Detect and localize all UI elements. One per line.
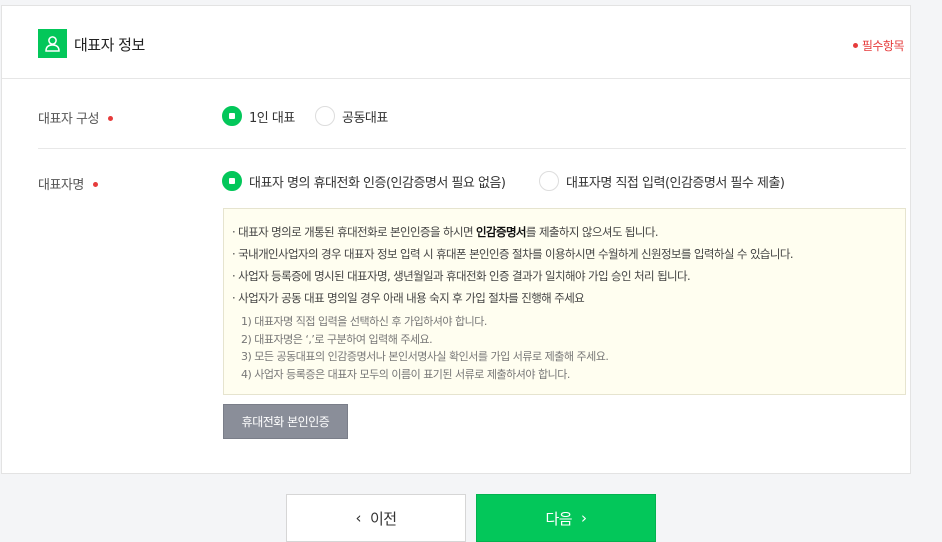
chevron-right-icon: ›: [581, 509, 587, 527]
representative-info-card: 대표자 정보 필수항목 대표자 구성 1인 대표 공동대표 대표자명 대표자 명…: [1, 5, 911, 474]
radio-phone-verification[interactable]: 대표자 명의 휴대전화 인증(인감증명서 필요 없음): [222, 171, 506, 191]
radio-circle-checked[interactable]: [222, 106, 242, 126]
section-header: 대표자 정보 필수항목: [2, 6, 910, 79]
radio-single-representative[interactable]: 1인 대표: [222, 106, 295, 126]
radio-label: 1인 대표: [249, 110, 295, 126]
radio-joint-representative[interactable]: 공동대표: [315, 106, 388, 126]
phone-verification-button[interactable]: 휴대전화 본인인증: [223, 404, 348, 439]
prev-label: 이전: [369, 509, 397, 528]
notice-line-2: · 국내개인사업자의 경우 대표자 정보 입력 시 휴대폰 본인인증 절차를 이…: [232, 247, 794, 261]
name-label-text: 대표자명: [38, 178, 84, 193]
notice-text: · 대표자 명의로 개통된 휴대전화로 본인인증을 하시면: [232, 225, 477, 239]
user-icon-svg: [45, 36, 60, 52]
radio-label: 대표자 명의 휴대전화 인증(인감증명서 필요 없음): [249, 175, 506, 191]
notice-subitem: 3) 모든 공동대표의 인감증명서나 본인서명사실 확인서를 가입 서류로 제출…: [241, 350, 609, 363]
notice-bold-text: 인감증명서: [476, 225, 527, 239]
user-icon: [38, 29, 67, 58]
required-dot: [852, 43, 858, 48]
prev-button[interactable]: ‹ 이전: [286, 494, 466, 542]
radio-label: 공동대표: [342, 110, 388, 126]
notice-subitem: 2) 대표자명은 ‘,’로 구분하여 입력해 주세요.: [241, 332, 433, 346]
notice-line-3: · 사업자 등록증에 명시된 대표자명, 생년월일과 휴대전화 인증 결과가 일…: [232, 269, 691, 283]
notice-subitem: 1) 대표자명 직접 입력을 선택하신 후 가입하셔야 합니다.: [241, 315, 487, 328]
radio-circle-checked[interactable]: [222, 171, 242, 191]
radio-label: 대표자명 직접 입력(인감증명서 필수 제출): [566, 175, 785, 191]
radio-circle[interactable]: [315, 106, 335, 126]
required-dot: [92, 182, 98, 187]
radio-circle[interactable]: [539, 171, 559, 191]
notice-box: · 대표자 명의로 개통된 휴대전화로 본인인증을 하시면 인감증명서를 제출하…: [223, 208, 906, 395]
composition-label-text: 대표자 구성: [38, 112, 99, 127]
chevron-left-icon: ‹: [355, 509, 361, 527]
required-legend-text: 필수항목: [861, 39, 905, 53]
notice-text: 를 제출하지 않으셔도 됩니다.: [525, 225, 659, 239]
row-divider: [38, 148, 906, 149]
next-label: 다음: [545, 509, 573, 528]
next-button[interactable]: 다음 ›: [476, 494, 656, 542]
section-title: 대표자 정보: [74, 36, 145, 54]
composition-label: 대표자 구성: [38, 108, 113, 127]
notice-sublist: 1) 대표자명 직접 입력을 선택하신 후 가입하셔야 합니다. 2) 대표자명…: [232, 313, 905, 383]
notice-subitem: 4) 사업자 등록증은 대표자 모두의 이름이 표기된 서류로 제출하셔야 합니…: [241, 367, 570, 381]
notice-line-1: · 대표자 명의로 개통된 휴대전화로 본인인증을 하시면 인감증명서를 제출하…: [232, 221, 905, 243]
required-legend: 필수항목: [852, 37, 905, 54]
required-dot: [107, 116, 113, 121]
radio-direct-input[interactable]: 대표자명 직접 입력(인감증명서 필수 제출): [539, 171, 785, 191]
notice-line-4: · 사업자가 공동 대표 명의일 경우 아래 내용 숙지 후 가입 절차를 진행…: [232, 291, 585, 305]
name-label: 대표자명: [38, 174, 98, 193]
